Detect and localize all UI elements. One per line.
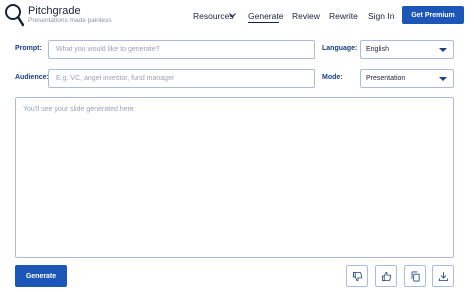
nav-sign-in[interactable]: Sign In (368, 11, 394, 21)
nav-generate[interactable]: Generate (248, 11, 283, 21)
get-premium-button[interactable]: Get Premium (402, 6, 464, 24)
thumbs-down-icon (352, 271, 362, 281)
prompt-placeholder: What you would like to generate? (56, 46, 160, 53)
audience-placeholder: E.g. VC, angel investor, fund manager (56, 75, 175, 82)
chevron-down-icon[interactable] (229, 13, 236, 18)
top-header: Pitchgrade Presentations made painless R… (0, 0, 474, 32)
audience-label: Audience: (15, 74, 49, 81)
copy-icon (411, 271, 420, 281)
caret-down-icon (439, 77, 447, 81)
magnifier-logo-icon[interactable] (4, 3, 24, 27)
nav-review[interactable]: Review (292, 11, 320, 21)
generate-button[interactable]: Generate (15, 265, 67, 287)
mode-value: Presentation (366, 75, 406, 82)
download-icon (438, 271, 448, 281)
mode-label: Mode: (322, 74, 343, 81)
nav-resources[interactable]: Resources (193, 11, 234, 21)
prompt-label: Prompt: (15, 45, 42, 52)
mode-select[interactable]: Presentation (360, 69, 454, 88)
caret-down-icon (439, 48, 447, 52)
active-nav-underline (248, 22, 279, 23)
audience-input[interactable]: E.g. VC, angel investor, fund manager (48, 69, 315, 88)
output-placeholder: You'll see your slide generated here (23, 106, 134, 113)
brand-name[interactable]: Pitchgrade (28, 5, 81, 17)
thumbs-up-button[interactable] (375, 265, 397, 287)
language-select[interactable]: English (360, 40, 454, 59)
language-value: English (366, 46, 389, 53)
nav-rewrite[interactable]: Rewrite (329, 11, 358, 21)
prompt-input[interactable]: What you would like to generate? (48, 40, 315, 59)
language-label: Language: (322, 45, 358, 52)
thumbs-up-icon (381, 271, 391, 281)
copy-button[interactable] (404, 265, 426, 287)
thumbs-down-button[interactable] (346, 265, 368, 287)
download-button[interactable] (432, 265, 454, 287)
brand-tagline: Presentations made painless (28, 17, 112, 24)
slide-output-area[interactable]: You'll see your slide generated here (15, 97, 454, 258)
